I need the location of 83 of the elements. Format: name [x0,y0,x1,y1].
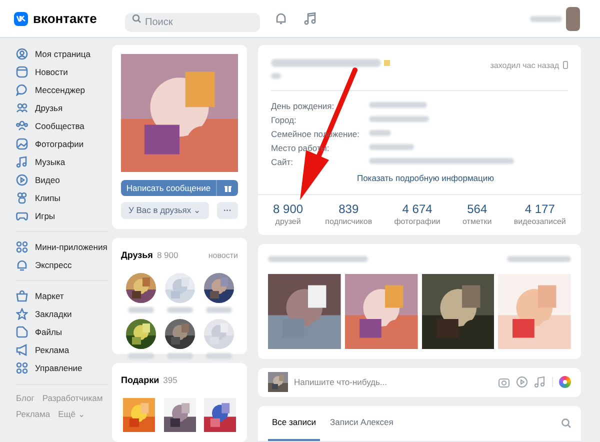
sidebar-item[interactable]: Музыка [14,153,108,171]
card-title[interactable]: Друзья [121,249,153,262]
blurred-text [128,306,154,312]
sidebar-item[interactable]: Реклама [14,341,108,359]
square-icon [16,66,28,78]
search-field[interactable]: Поиск [125,13,260,32]
blurred-text [530,16,562,22]
blurred-text [166,352,192,358]
counter[interactable]: 839 подписчиков [325,202,372,228]
blurred-text [369,116,429,122]
camera-icon[interactable] [498,376,510,388]
wall-tab[interactable]: Записи Алексея [326,406,398,441]
blurred-text [128,352,154,358]
logo-icon[interactable] [14,12,28,26]
play-circle-icon [16,174,28,186]
counter[interactable]: 4 177 видеозаписей [514,202,566,228]
blurred-text [166,306,192,312]
apps-grid-icon [16,362,28,374]
sidebar-item[interactable]: Моя страница [14,45,108,63]
blurred-text [271,73,281,79]
sidebar-item[interactable]: Фотографии [14,135,108,153]
sidebar-item[interactable]: Сообщества [14,117,108,135]
sidebar-item[interactable]: Маркет [14,287,108,305]
color-wheel-icon[interactable] [559,376,571,388]
show-details-link[interactable]: Показать подробную информацию [356,172,494,185]
search-icon[interactable] [561,418,571,428]
avatar[interactable] [566,6,580,30]
phone-icon [563,61,568,69]
status-emoji-icon [384,60,390,66]
blurred-text [206,306,232,312]
user-circle-icon [16,48,28,60]
blurred-text [369,144,414,150]
sidebar-item[interactable]: Управление [14,359,108,377]
sidebar-item[interactable]: Клипы [14,189,108,207]
card-title[interactable]: Подарки [121,374,160,388]
sidebar-item[interactable]: Новости [14,63,108,81]
megaphone-icon [16,344,28,356]
sidebar-item[interactable]: Закладки [14,305,108,323]
blurred-text [369,102,427,108]
blurred-text [206,352,232,358]
gift-button[interactable] [217,180,238,196]
people-icon [16,102,28,114]
music-note-icon [16,156,28,168]
sidebar-item[interactable]: Экспресс [14,256,108,274]
bell-icon[interactable] [275,12,287,25]
sidebar-item[interactable]: Мессенджер [14,81,108,99]
post-input[interactable]: Напишите что-нибудь... [294,376,492,389]
group-icon [16,120,28,132]
field-label: Город: [271,114,296,124]
gifts-count: 395 [163,374,178,388]
field-label: День рождения: [271,100,334,110]
sidebar-item[interactable]: Мини-приложения [14,238,108,256]
friends-status-button[interactable]: У Вас в друзьях ⌄ [121,202,209,219]
apps-grid-icon [16,241,28,253]
bag-icon [16,290,28,302]
more-button[interactable]: ··· [217,202,238,219]
blurred-text [369,130,391,136]
play-circle-icon[interactable] [516,376,528,388]
file-icon [16,326,28,338]
counter[interactable]: 4 674 фотографии [394,202,440,228]
sidebar-item[interactable]: Игры [14,207,108,225]
photo-icon [16,138,28,150]
post-composer[interactable]: Напишите что-нибудь... [258,368,581,397]
friends-count: 8 900 [156,249,178,262]
logo-text[interactable]: вконтакте [33,8,97,28]
field-label: Сайт: [271,156,293,166]
music-note-icon[interactable] [534,376,546,388]
sidebar-item[interactable]: Видео [14,171,108,189]
last-seen-text: заходил час назад [490,60,559,72]
message-button[interactable]: Написать сообщение [121,180,217,196]
gamepad-icon [16,210,28,222]
chat-bubble-icon [16,84,28,96]
sidebar-item[interactable]: Друзья [14,99,108,117]
blurred-text [507,256,571,262]
bell-icon [16,259,28,271]
clip-icon [16,192,28,204]
counter[interactable]: 564 отметки [462,202,492,228]
counter[interactable]: 8 900 друзей [273,202,304,228]
search-icon [132,14,141,23]
wall-tab[interactable]: Все записи [268,406,320,441]
music-note-icon[interactable] [304,12,316,25]
star-icon [16,308,28,320]
sidebar-item[interactable]: Файлы [14,323,108,341]
